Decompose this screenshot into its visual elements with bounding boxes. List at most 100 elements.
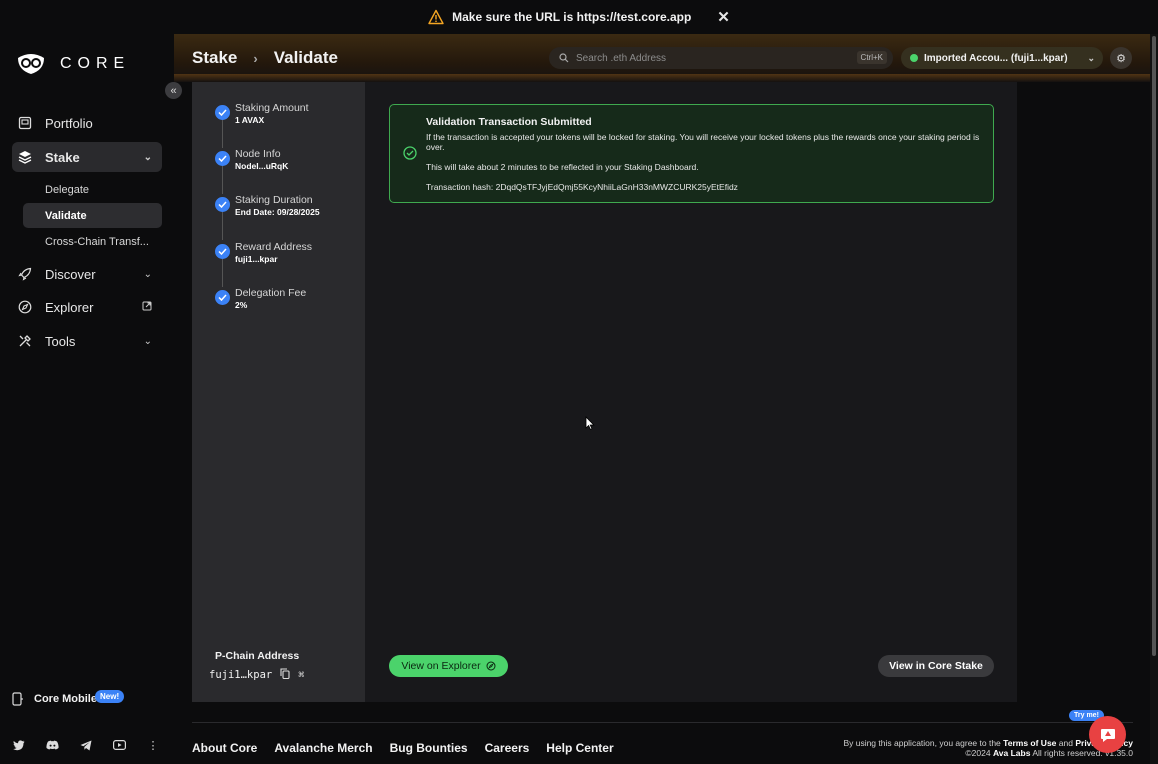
sidebar-item-label: Portfolio bbox=[45, 115, 93, 131]
search-icon bbox=[559, 53, 569, 63]
banner-text: Make sure the URL is https://test.core.a… bbox=[452, 10, 692, 24]
steps-sidebar: Staking Amount 1 AVAX Node Info NodeI...… bbox=[192, 82, 365, 702]
step-value: NodeI...uRqK bbox=[235, 161, 289, 171]
url-warning-banner: Make sure the URL is https://test.core.a… bbox=[0, 0, 1158, 34]
button-label: View on Explorer bbox=[401, 660, 481, 672]
page-scrollbar[interactable] bbox=[1150, 34, 1158, 764]
step-connector bbox=[222, 259, 223, 287]
step-value: End Date: 09/28/2025 bbox=[235, 207, 320, 217]
step-connector bbox=[222, 166, 223, 194]
view-in-core-stake-button[interactable]: View in Core Stake bbox=[878, 655, 994, 677]
check-circle-icon bbox=[215, 151, 230, 166]
sidebar-item-label: Stake bbox=[45, 149, 80, 165]
chat-assistant-button[interactable] bbox=[1089, 716, 1126, 753]
account-selector[interactable]: Imported Accou... (fuji1...kpar) ⌄ bbox=[901, 47, 1103, 69]
copyright: ©2024 bbox=[965, 748, 991, 758]
chevron-right-icon: › bbox=[253, 50, 258, 66]
footer-link-merch[interactable]: Avalanche Merch bbox=[274, 741, 372, 755]
qr-code-icon[interactable]: ⌘ bbox=[298, 670, 304, 681]
chevron-down-icon: ⌄ bbox=[1087, 52, 1095, 63]
check-circle-icon bbox=[215, 290, 230, 305]
step-title: Staking Duration bbox=[235, 194, 313, 206]
rocket-icon bbox=[18, 267, 32, 281]
step-title: Staking Amount bbox=[235, 102, 309, 114]
pchain-address-label: P-Chain Address bbox=[215, 650, 300, 662]
core-mobile-label: Core Mobile bbox=[34, 693, 97, 705]
check-circle-icon bbox=[215, 197, 230, 212]
sidebar-subitem-cross-chain[interactable]: Cross-Chain Transf... bbox=[23, 229, 162, 254]
footer-link-bug-bounties[interactable]: Bug Bounties bbox=[390, 741, 468, 755]
logo-text: CORE bbox=[60, 55, 131, 72]
sidebar-item-label: Tools bbox=[45, 333, 76, 349]
sidebar-item-label: Explorer bbox=[45, 299, 94, 315]
compass-icon bbox=[486, 661, 496, 671]
footer-links: About Core Avalanche Merch Bug Bounties … bbox=[192, 741, 614, 755]
transaction-hash: Transaction hash: 2DqdQsTFJyjEdQmj55KcyN… bbox=[426, 182, 738, 192]
collapse-sidebar-button[interactable]: « bbox=[165, 82, 182, 99]
footer-link-help[interactable]: Help Center bbox=[546, 741, 613, 755]
twitter-icon[interactable] bbox=[12, 738, 26, 752]
sidebar-item-explorer[interactable]: Explorer bbox=[12, 292, 162, 322]
discord-icon[interactable] bbox=[45, 738, 59, 752]
step-value: 1 AVAX bbox=[235, 115, 265, 125]
view-on-explorer-button[interactable]: View on Explorer bbox=[389, 655, 508, 677]
validate-panel: Staking Amount 1 AVAX Node Info NodeI...… bbox=[192, 82, 1017, 702]
legal-text: By using this application, you agree to … bbox=[843, 738, 1001, 748]
search-shortcut: Ctrl+K bbox=[856, 51, 887, 64]
sidebar-item-portfolio[interactable]: Portfolio bbox=[12, 108, 162, 138]
chevron-down-icon: ⌄ bbox=[143, 268, 152, 280]
check-circle-icon bbox=[215, 105, 230, 120]
mobile-icon bbox=[12, 692, 23, 706]
sidebar-subitem-delegate[interactable]: Delegate bbox=[23, 177, 162, 202]
stake-icon bbox=[18, 150, 32, 164]
sidebar-item-label: Discover bbox=[45, 266, 96, 282]
account-label: Imported Accou... (fuji1...kpar) bbox=[924, 52, 1068, 64]
breadcrumb: Stake › Validate bbox=[192, 48, 338, 68]
new-badge: New! bbox=[95, 690, 125, 703]
footer-divider bbox=[192, 722, 1133, 723]
pchain-address: fuji1…kpar ⌘ bbox=[209, 668, 304, 682]
telegram-icon[interactable] bbox=[79, 738, 93, 752]
step-connector bbox=[222, 120, 223, 148]
copy-icon[interactable] bbox=[280, 668, 290, 682]
sidebar: CORE Portfolio Stake ⌄ Delegate Validate… bbox=[0, 34, 174, 764]
step-value: fuji1...kpar bbox=[235, 254, 278, 264]
core-mobile-link[interactable]: Core Mobile bbox=[12, 692, 97, 706]
search-placeholder: Search .eth Address bbox=[576, 52, 667, 64]
portfolio-icon bbox=[18, 116, 32, 130]
sidebar-item-discover[interactable]: Discover ⌄ bbox=[12, 259, 162, 289]
breadcrumb-stake[interactable]: Stake bbox=[192, 48, 237, 68]
company-name: Ava Labs bbox=[992, 748, 1031, 758]
mouse-cursor-icon bbox=[585, 416, 595, 430]
tools-icon bbox=[18, 334, 32, 348]
sidebar-item-tools[interactable]: Tools ⌄ bbox=[12, 326, 162, 356]
footer-link-about[interactable]: About Core bbox=[192, 741, 257, 755]
rights-text: All rights reserved. bbox=[1032, 748, 1103, 758]
sidebar-item-stake[interactable]: Stake ⌄ bbox=[12, 142, 162, 172]
step-connector bbox=[222, 212, 223, 240]
chevron-down-icon: ⌄ bbox=[143, 335, 152, 347]
scrollbar-thumb[interactable] bbox=[1152, 36, 1156, 656]
alert-title: Validation Transaction Submitted bbox=[426, 116, 592, 128]
success-alert: Validation Transaction Submitted If the … bbox=[389, 104, 994, 203]
youtube-icon[interactable] bbox=[112, 738, 126, 752]
step-title: Delegation Fee bbox=[235, 287, 307, 299]
breadcrumb-validate: Validate bbox=[273, 48, 338, 67]
success-check-icon bbox=[403, 146, 417, 160]
core-logo[interactable]: CORE bbox=[16, 52, 130, 76]
footer-link-careers[interactable]: Careers bbox=[485, 741, 530, 755]
settings-gear-icon[interactable]: ⚙ bbox=[1110, 47, 1132, 69]
alert-message: If the transaction is accepted your toke… bbox=[426, 132, 980, 152]
more-options-icon[interactable]: ⋮ bbox=[146, 738, 160, 752]
close-icon[interactable]: ✕ bbox=[717, 8, 730, 26]
check-circle-icon bbox=[215, 244, 230, 259]
search-input[interactable]: Search .eth Address Ctrl+K bbox=[549, 47, 893, 69]
legal-and: and bbox=[1058, 738, 1073, 748]
status-dot-icon bbox=[910, 54, 918, 62]
sidebar-subitem-validate[interactable]: Validate bbox=[23, 203, 162, 228]
step-title: Node Info bbox=[235, 148, 281, 160]
alert-duration-note: This will take about 2 minutes to be ref… bbox=[426, 162, 699, 172]
owl-logo-icon bbox=[18, 54, 44, 74]
terms-link[interactable]: Terms of Use bbox=[1003, 738, 1056, 748]
chat-bubble-icon bbox=[1100, 728, 1115, 742]
